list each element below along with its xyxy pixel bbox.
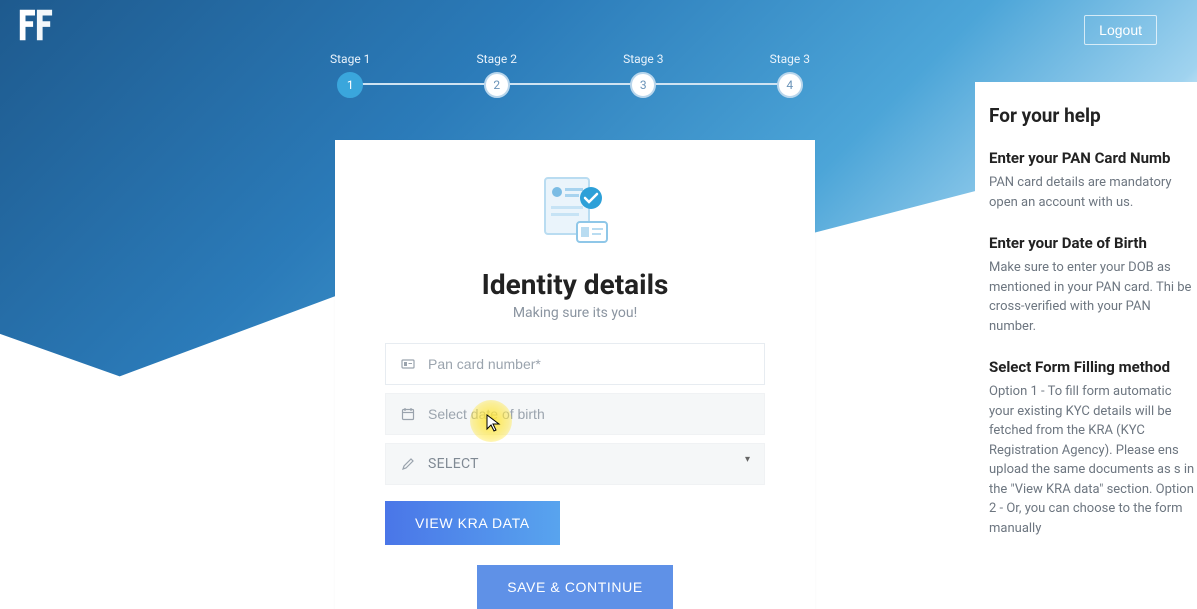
method-select[interactable]: SELECT ▾ <box>385 443 765 485</box>
dob-field[interactable] <box>385 393 765 435</box>
help-body-method: Option 1 - To fill form automatic your e… <box>989 382 1197 538</box>
chevron-down-icon: ▾ <box>745 454 750 465</box>
help-heading-method: Select Form Filling method <box>989 358 1197 376</box>
pencil-icon <box>400 456 416 472</box>
step-1[interactable]: Stage 1 1 <box>330 52 370 98</box>
help-body-dob: Make sure to enter your DOB as mentioned… <box>989 258 1197 336</box>
step-label: Stage 2 <box>477 52 517 66</box>
help-heading-pan: Enter your PAN Card Numb <box>989 149 1197 167</box>
identity-card: Identity details Making sure its you! SE… <box>335 140 815 609</box>
step-dot: 4 <box>777 72 803 98</box>
calendar-icon <box>400 406 416 422</box>
card-subtitle: Making sure its you! <box>385 305 765 321</box>
step-dot: 1 <box>337 72 363 98</box>
step-label: Stage 3 <box>770 52 810 66</box>
step-connector <box>636 83 788 85</box>
help-sidebar: For your help Enter your PAN Card Numb P… <box>975 82 1197 538</box>
help-heading-dob: Enter your Date of Birth <box>989 234 1197 252</box>
step-dot: 2 <box>484 72 510 98</box>
select-value: SELECT <box>428 456 750 472</box>
card-title: Identity details <box>385 268 765 301</box>
step-connector <box>490 83 642 85</box>
view-kra-button[interactable]: VIEW KRA DATA <box>385 501 560 545</box>
help-body-pan: PAN card details are mandatory open an a… <box>989 173 1197 212</box>
step-4[interactable]: Stage 3 4 <box>770 52 810 98</box>
progress-stepper: Stage 1 1 Stage 2 2 Stage 3 3 Stage 3 4 <box>330 52 810 98</box>
brand-logo <box>16 6 54 48</box>
step-connector <box>343 83 495 85</box>
step-label: Stage 3 <box>623 52 663 66</box>
step-label: Stage 1 <box>330 52 370 66</box>
step-2[interactable]: Stage 2 2 <box>477 52 517 98</box>
save-continue-button[interactable]: SAVE & CONTINUE <box>477 565 673 609</box>
id-card-icon <box>400 356 416 372</box>
step-3[interactable]: Stage 3 3 <box>623 52 663 98</box>
help-title: For your help <box>989 104 1197 127</box>
step-dot: 3 <box>630 72 656 98</box>
pan-input[interactable] <box>428 356 750 372</box>
logout-button[interactable]: Logout <box>1084 15 1157 45</box>
pan-field[interactable] <box>385 343 765 385</box>
dob-input[interactable] <box>428 406 750 422</box>
identity-illustration <box>385 170 765 250</box>
